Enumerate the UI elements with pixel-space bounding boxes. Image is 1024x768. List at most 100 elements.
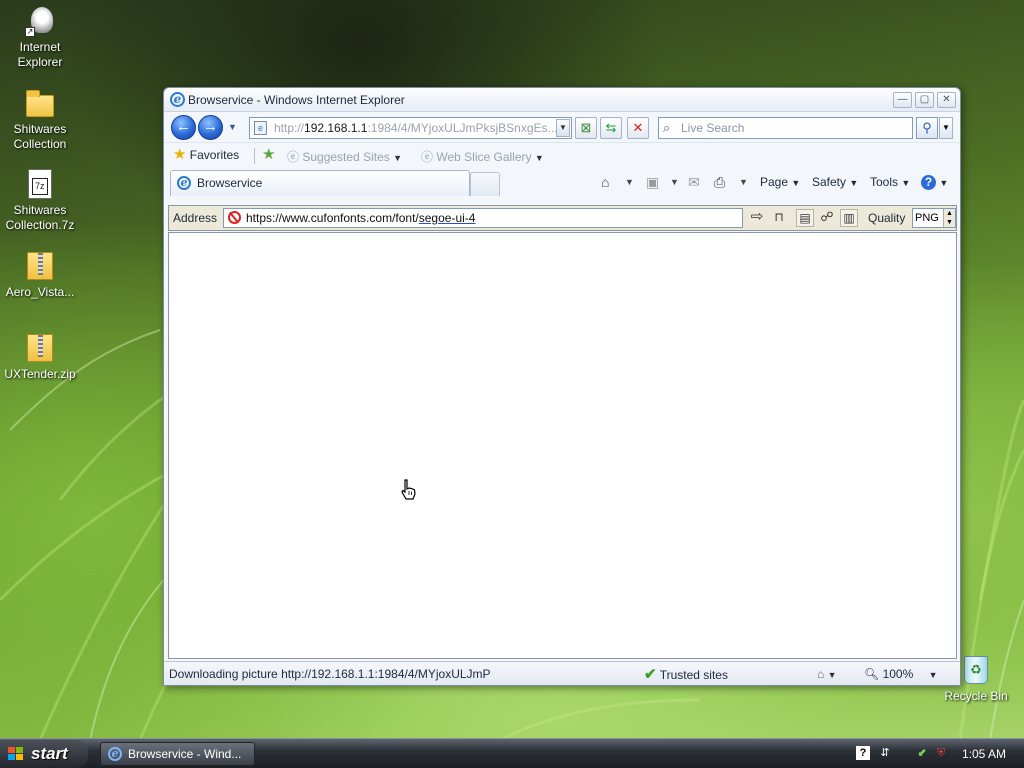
address-dropdown-button[interactable]: ▼ xyxy=(556,119,570,137)
safely-remove-tray-icon[interactable]: ⬋ xyxy=(915,746,929,760)
forward-button[interactable]: → xyxy=(198,115,223,140)
feeds-dropdown-icon[interactable]: ▼ xyxy=(670,177,679,187)
url-highlight: segoe-ui-4 xyxy=(418,211,476,225)
protected-mode-icon[interactable]: ⌂ ▼ xyxy=(817,667,837,681)
tools-menu-label: Tools xyxy=(870,175,899,189)
desktop-icon-aero-vista[interactable]: Aero_Vista... xyxy=(0,250,80,300)
new-tab-button[interactable] xyxy=(470,172,500,196)
chevron-down-icon: ▼ xyxy=(534,153,544,163)
hand-cursor-icon xyxy=(401,479,416,500)
web-slice-gallery-button[interactable]: ⓔ Web Slice Gallery ▼ xyxy=(421,148,544,165)
save-icon[interactable]: ▤ xyxy=(796,209,814,227)
recycle-bin-icon: ♻ xyxy=(964,656,988,684)
minimize-button[interactable]: — xyxy=(893,92,912,108)
compatibility-view-icon[interactable]: ⊠ xyxy=(575,117,597,139)
clock: 1:05 AM xyxy=(961,747,1006,761)
page-menu-label: Page xyxy=(760,175,789,189)
window-titlebar[interactable]: e Browservice - Windows Internet Explore… xyxy=(164,88,960,112)
address-host: 192.168.1.1 xyxy=(304,121,368,135)
tools-menu[interactable]: Tools ▼ xyxy=(870,175,910,189)
close-window-button[interactable]: ✕ xyxy=(937,92,956,108)
home-dropdown-icon[interactable]: ▼ xyxy=(625,177,634,187)
security-zone[interactable]: ✔ Trusted sites xyxy=(644,665,728,683)
print-dropdown-icon[interactable]: ▼ xyxy=(739,177,748,187)
ie-logo-icon: e xyxy=(170,92,185,107)
suggested-sites-button[interactable]: ⓔ Suggested Sites ▼ xyxy=(287,148,402,165)
url-text: https://www.cufonfonts.com/font/ xyxy=(246,211,419,225)
suggested-sites-label: Suggested Sites xyxy=(302,150,390,164)
address-bar[interactable]: e http://192.168.1.1:1984/4/MYjoxULJmPks… xyxy=(249,117,572,139)
read-mail-icon[interactable]: ✉ xyxy=(688,174,700,191)
desktop-icon-shitwares-7z[interactable]: Shitwares Collection.7z xyxy=(0,168,80,233)
bookmark-icon[interactable]: ⊓ xyxy=(770,209,788,227)
insecure-icon xyxy=(228,211,241,224)
feeds-icon[interactable]: ▣ xyxy=(646,174,659,191)
desktop-icon-shitwares-folder[interactable]: Shitwares Collection xyxy=(0,87,80,152)
page-icon: ⓔ xyxy=(421,150,434,164)
taskbar-item-label: Browservice - Wind... xyxy=(128,747,242,761)
help-tray-icon[interactable]: ? xyxy=(856,746,870,760)
add-favorite-star-icon: ★ xyxy=(262,146,276,163)
chevron-down-icon: ▼ xyxy=(939,178,949,188)
desktop-icon-internet-explorer[interactable]: ↗ Internet Explorer xyxy=(0,5,80,70)
maximize-button[interactable]: ▢ xyxy=(915,92,934,108)
clipboard-icon[interactable]: ▥ xyxy=(840,209,858,227)
home-icon[interactable]: ⌂ xyxy=(601,174,609,190)
quality-spinner[interactable]: ▲ ▼ xyxy=(943,209,955,227)
separator xyxy=(254,148,255,164)
desktop-icon-label: Internet xyxy=(19,40,61,54)
add-to-favorites-bar-button[interactable]: ★ xyxy=(262,146,276,163)
search-input[interactable]: ⌕ Live Search xyxy=(658,117,913,139)
taskbar-item-browservice[interactable]: e Browservice - Wind... xyxy=(100,742,255,766)
search-button[interactable]: ⚲ xyxy=(916,117,938,139)
quality-value: PNG xyxy=(915,212,939,224)
page-content-area[interactable] xyxy=(168,232,957,659)
chevron-down-icon: ▼ xyxy=(791,178,801,188)
zoom-control[interactable]: 🔍︎ 100% ▼ xyxy=(864,667,938,681)
quality-select[interactable]: PNG ▲ ▼ xyxy=(912,208,956,228)
search-options-dropdown[interactable]: ▼ xyxy=(939,117,953,139)
desktop-icon-label: Collection.7z xyxy=(5,218,75,232)
print-icon[interactable]: ⎙ xyxy=(714,174,725,191)
network-tray-icon[interactable]: ⇵ xyxy=(878,746,892,760)
help-icon: ? xyxy=(921,175,936,190)
desktop-icon-label: Aero_Vista... xyxy=(5,285,75,299)
tab-bar: e Browservice ⌂ ▼ ▣ ▼ ✉ ⎙ ▼ Page ▼ Safet… xyxy=(164,168,960,198)
desktop-icon-uxtender-zip[interactable]: UXTender.zip xyxy=(0,332,80,382)
taskbar: start e Browservice - Wind... ? ⇵ ⬋ ⛨ 1:… xyxy=(0,738,1024,768)
quality-label: Quality xyxy=(868,211,906,225)
search-provider-icon: ⌕ xyxy=(663,120,671,135)
page-icon: ⓔ xyxy=(287,150,300,164)
go-arrow-icon[interactable]: ⇨ xyxy=(748,209,766,227)
safety-menu-label: Safety xyxy=(812,175,847,189)
refresh-icon[interactable]: ⇆ xyxy=(600,117,622,139)
desktop-icon-label: Shitwares xyxy=(13,122,67,136)
help-menu[interactable]: ? ▼ xyxy=(921,175,948,190)
security-zone-label: Trusted sites xyxy=(659,668,728,682)
chevron-down-icon: ▼ xyxy=(901,178,911,188)
system-tray: ? ⇵ ⬋ ⛨ 1:05 AM xyxy=(849,739,1024,768)
browservice-address-input[interactable]: https://www.cufonfonts.com/font/segoe-ui… xyxy=(223,208,743,228)
tab-browservice[interactable]: e Browservice xyxy=(170,170,470,196)
safety-menu[interactable]: Safety ▼ xyxy=(812,175,858,189)
ie-page-icon: e xyxy=(177,176,191,190)
start-button[interactable]: start xyxy=(0,740,88,768)
navigation-bar: ← → ▼ e http://192.168.1.1:1984/4/MYjoxU… xyxy=(164,112,960,142)
star-icon: ★ xyxy=(173,146,187,163)
web-slice-gallery-label: Web Slice Gallery xyxy=(436,150,532,164)
zip-folder-icon xyxy=(23,332,57,364)
address-prefix: http:// xyxy=(274,121,305,135)
favorites-label: Favorites xyxy=(189,148,240,162)
find-binoculars-icon[interactable]: ☍ xyxy=(818,209,836,227)
security-shield-tray-icon[interactable]: ⛨ xyxy=(934,746,948,760)
desktop-icon-label: Recycle Bin xyxy=(944,689,1008,703)
recent-pages-dropdown[interactable]: ▼ xyxy=(228,122,237,132)
browservice-toolbar: Address https://www.cufonfonts.com/font/… xyxy=(168,205,957,231)
back-button[interactable]: ← xyxy=(171,115,196,140)
stop-icon[interactable]: ✕ xyxy=(627,117,649,139)
page-menu[interactable]: Page ▼ xyxy=(760,175,800,189)
archive-7z-icon xyxy=(23,168,57,200)
zoom-icon: 🔍︎ xyxy=(864,667,880,681)
address-label: Address xyxy=(173,211,218,225)
favorites-button[interactable]: ★ Favorites xyxy=(173,146,240,163)
